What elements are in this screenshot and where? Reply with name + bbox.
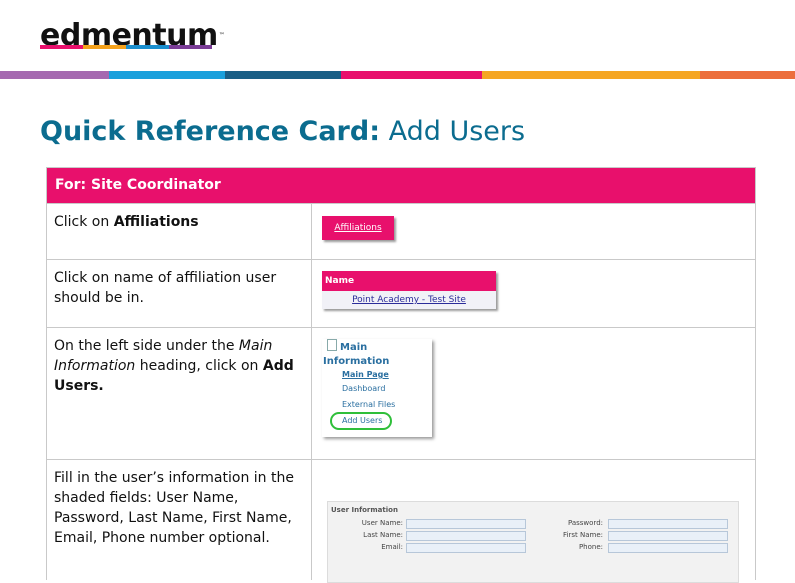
user-name-label: User Name: [361, 519, 403, 527]
table-row: Click on Affiliations Affiliations [47, 203, 755, 259]
highlight-circle [330, 412, 392, 430]
email-field[interactable] [406, 543, 526, 553]
table-header: For: Site Coordinator [47, 168, 755, 203]
logo-stripe-segment [126, 45, 169, 49]
email-label: Email: [381, 543, 403, 551]
table-row: On the left side under the Main Informat… [47, 327, 755, 459]
instruction-text: heading, click on [135, 358, 263, 374]
band-segment [700, 71, 795, 79]
password-field[interactable] [608, 519, 728, 529]
screenshot-cell: Affiliations [312, 204, 755, 259]
logo-stripe-segment [83, 45, 126, 49]
color-band [0, 71, 795, 79]
password-label: Password: [567, 519, 603, 527]
external-files-link[interactable]: External Files [322, 397, 432, 413]
page-title: Quick Reference Card: Add Users [40, 113, 525, 151]
form-row: Last Name: First Name: [328, 530, 738, 542]
user-name-field[interactable] [406, 519, 526, 529]
table-row: Click on name of affiliation user should… [47, 259, 755, 327]
phone-label: Phone: [578, 543, 603, 551]
first-name-label: First Name: [563, 531, 603, 539]
logo-stripe-segment [40, 45, 83, 49]
band-segment [225, 71, 341, 79]
band-segment [482, 71, 700, 79]
logo-stripe-segment [169, 45, 212, 49]
document-icon [327, 339, 337, 351]
main-page-link[interactable]: Main Page [322, 369, 432, 381]
instructions-table: For: Site Coordinator Click on Affiliati… [46, 167, 756, 583]
instruction-cell: Click on name of affiliation user should… [47, 260, 312, 327]
user-information-title: User Information [331, 506, 398, 514]
instruction-text: Click on [54, 214, 114, 230]
form-row: User Name: Password: [328, 518, 738, 530]
affiliations-button[interactable]: Affiliations [322, 216, 394, 240]
title-rest: Add Users [380, 116, 526, 147]
instruction-text: On the left side under the [54, 338, 239, 354]
band-segment [0, 71, 109, 79]
user-information-form: User Information User Name: Password: La… [327, 501, 739, 583]
table-row: Fill in the user’s information in the sh… [47, 459, 755, 583]
instruction-bold: Affiliations [113, 214, 199, 230]
instruction-cell: On the left side under the Main Informat… [47, 328, 312, 459]
form-row: Email: Phone: [328, 542, 738, 554]
screenshot-cell: User Information User Name: Password: La… [312, 460, 755, 583]
dashboard-link[interactable]: Dashboard [322, 381, 432, 397]
band-segment [341, 71, 482, 79]
last-name-field[interactable] [406, 531, 526, 541]
band-segment [109, 71, 225, 79]
main-information-heading: Main Information [322, 339, 432, 369]
instruction-cell: Click on Affiliations [47, 204, 312, 259]
first-name-field[interactable] [608, 531, 728, 541]
name-column-header: Name [322, 271, 496, 291]
trademark: ™ [218, 32, 225, 39]
screenshot-cell: Main Information Main Page Dashboard Ext… [312, 328, 755, 459]
title-bold: Quick Reference Card: [40, 116, 380, 147]
last-name-label: Last Name: [363, 531, 403, 539]
main-information-panel: Main Information Main Page Dashboard Ext… [322, 339, 432, 437]
screenshot-cell: Name Point Academy - Test Site [312, 260, 755, 327]
instruction-cell: Fill in the user’s information in the sh… [47, 460, 312, 580]
affiliation-name-table: Name Point Academy - Test Site [322, 271, 496, 309]
phone-field[interactable] [608, 543, 728, 553]
affiliation-link[interactable]: Point Academy - Test Site [322, 291, 496, 309]
logo-stripe [40, 45, 212, 49]
